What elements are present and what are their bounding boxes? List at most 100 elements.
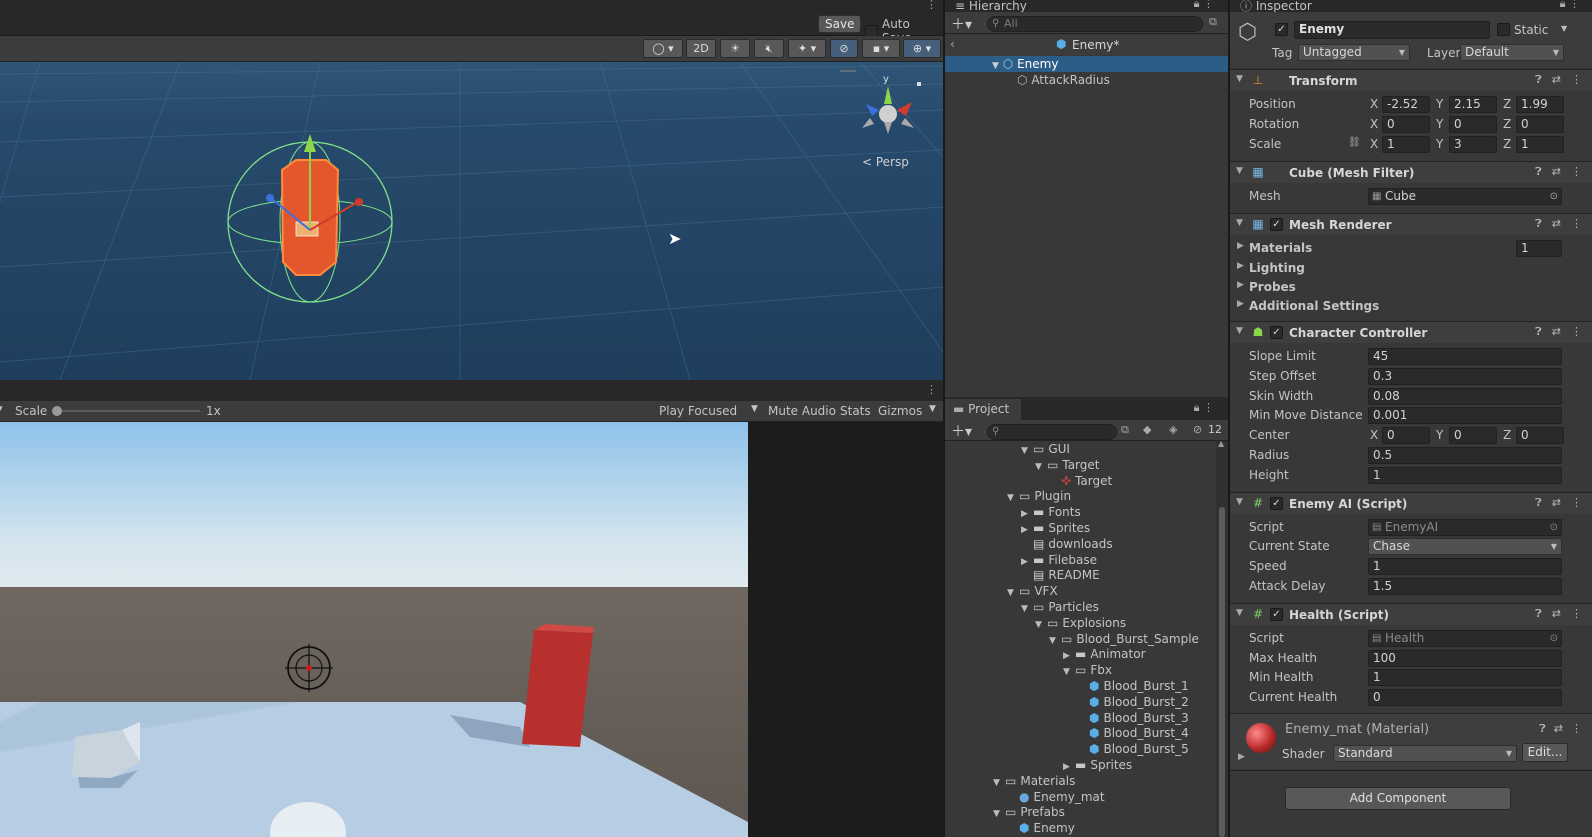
scrollbar-thumb[interactable]: [1219, 507, 1225, 837]
slope-limit-input[interactable]: 45: [1368, 348, 1562, 365]
component-header-icons[interactable]: ❓︎ ⇄ ⋮: [1535, 217, 1582, 231]
speed-input[interactable]: 1: [1368, 558, 1562, 575]
project-item[interactable]: ▼ ▭ Explosions: [1035, 615, 1126, 631]
filter-label-icon[interactable]: ◈: [1169, 423, 1177, 436]
shader-dropdown[interactable]: Standard: [1333, 745, 1517, 762]
shading-mode-button[interactable]: ◯ ▾: [643, 39, 683, 58]
position-z-input[interactable]: 1.99: [1516, 96, 1564, 113]
health-header[interactable]: ▼ # Health (Script) ❓︎ ⇄ ⋮: [1230, 603, 1592, 625]
project-item[interactable]: ⬢ Blood_Burst_5: [1077, 741, 1189, 757]
play-focused-dropdown[interactable]: Play Focused: [659, 404, 737, 418]
save-button[interactable]: Save: [818, 15, 862, 33]
center-x-input[interactable]: 0: [1382, 427, 1430, 444]
project-item[interactable]: ⬢ Blood_Burst_2: [1077, 694, 1189, 710]
current-state-dropdown[interactable]: Chase: [1368, 538, 1562, 555]
project-item[interactable]: ▼ ▭ Particles: [1021, 599, 1099, 615]
expanded-arrow-icon[interactable]: ▼: [1021, 601, 1033, 617]
mesh-filter-header[interactable]: ▼ ▦ Cube (Mesh Filter) ❓︎ ⇄ ⋮: [1230, 161, 1592, 183]
project-lock-icon[interactable]: 🔒︎ ⋮: [1194, 401, 1214, 415]
mesh-object-field[interactable]: ▦ Cube ⊙: [1368, 188, 1562, 205]
project-item[interactable]: ▼ ▭ Plugin: [1007, 488, 1071, 504]
game-view[interactable]: [0, 422, 748, 837]
gizmos-icon[interactable]: ⊕ ▾: [903, 39, 941, 58]
project-item[interactable]: ⬢ Blood_Burst_3: [1077, 710, 1189, 726]
max-health-input[interactable]: 100: [1368, 650, 1562, 667]
project-item[interactable]: ⬢ Blood_Burst_1: [1077, 678, 1189, 694]
stats-button[interactable]: Stats: [840, 404, 871, 418]
rotation-x-input[interactable]: 0: [1382, 116, 1430, 133]
scale-y-input[interactable]: 3: [1449, 136, 1497, 153]
mute-audio-button[interactable]: Mute Audio: [768, 404, 836, 418]
search-options-icon[interactable]: ⧉: [1209, 15, 1217, 29]
fold-arrow-icon[interactable]: ▼: [1236, 497, 1243, 507]
project-item[interactable]: ▼ ▭ Prefabs: [993, 804, 1065, 820]
skin-width-input[interactable]: 0.08: [1368, 388, 1562, 405]
filter-type-icon[interactable]: ◆: [1143, 423, 1151, 436]
expanded-arrow-icon[interactable]: ▼: [1021, 443, 1033, 459]
attack-delay-input[interactable]: 1.5: [1368, 578, 1562, 595]
scale-slider[interactable]: [56, 410, 200, 412]
project-item[interactable]: ● Enemy_mat: [1007, 789, 1105, 805]
center-y-input[interactable]: 0: [1449, 427, 1497, 444]
lighting-icon[interactable]: ☀: [720, 39, 750, 58]
character-controller-header[interactable]: ▼ ☗ Character Controller ❓︎ ⇄ ⋮: [1230, 321, 1592, 343]
mesh-renderer-header[interactable]: ▼ ▦ Mesh Renderer ❓︎ ⇄ ⋮: [1230, 213, 1592, 235]
create-icon[interactable]: ＋▾: [951, 421, 972, 441]
transform-header[interactable]: ▼ ⊥ Transform ❓︎ ⇄ ⋮: [1230, 69, 1592, 91]
active-checkbox[interactable]: [1275, 23, 1288, 36]
step-offset-input[interactable]: 0.3: [1368, 368, 1562, 385]
link-scale-icon[interactable]: ⛓: [1348, 137, 1361, 148]
hierarchy-lock-icon[interactable]: 🔒︎ ⋮: [1194, 0, 1214, 10]
project-item[interactable]: ▶ ▬ Sprites: [1063, 757, 1132, 773]
scale-slider-handle[interactable]: [52, 406, 62, 416]
layer-dropdown[interactable]: Default: [1460, 44, 1564, 61]
scene-view[interactable]: y < Persp ➤: [0, 62, 943, 380]
component-header-icons[interactable]: ❓︎ ⇄ ⋮: [1535, 496, 1582, 510]
hierarchy-tab[interactable]: ≡ Hierarchy 🔒︎ ⋮: [945, 0, 1228, 12]
position-y-input[interactable]: 2.15: [1449, 96, 1497, 113]
component-header-icons[interactable]: ❓︎ ⇄ ⋮: [1535, 73, 1582, 87]
project-item[interactable]: ▶ ▬ Filebase: [1021, 552, 1097, 568]
hierarchy-item-enemy[interactable]: ▼ ⬡ Enemy: [992, 56, 1058, 72]
project-item[interactable]: ⬢ Enemy: [1007, 820, 1075, 836]
min-move-input[interactable]: 0.001: [1368, 407, 1562, 424]
project-item[interactable]: ▼ ▭ Materials: [993, 773, 1075, 789]
fold-arrow-icon[interactable]: ▼: [1236, 166, 1243, 176]
project-scrollbar[interactable]: ▲: [1216, 439, 1228, 837]
project-item[interactable]: ▤ README: [1021, 567, 1100, 583]
component-header-icons[interactable]: ❓︎ ⇄ ⋮: [1535, 325, 1582, 339]
health-enabled-checkbox[interactable]: [1270, 608, 1283, 621]
fold-arrow-icon[interactable]: ▶: [1237, 299, 1244, 309]
add-icon[interactable]: ＋▾: [951, 14, 972, 34]
component-header-icons[interactable]: ❓︎ ⇄ ⋮: [1535, 165, 1582, 179]
radius-input[interactable]: 0.5: [1368, 447, 1562, 464]
fold-arrow-icon[interactable]: ▼: [1236, 326, 1243, 336]
project-item[interactable]: ▶ ▬ Animator: [1063, 646, 1146, 662]
hierarchy-search-input[interactable]: ⚲ All: [987, 16, 1203, 32]
back-arrow-icon[interactable]: ‹: [950, 37, 955, 51]
static-dropdown-icon[interactable]: ▼: [1561, 24, 1567, 33]
mesh-renderer-enabled-checkbox[interactable]: [1270, 218, 1283, 231]
inspector-lock-icon[interactable]: 🔒︎ ⋮: [1560, 0, 1580, 10]
project-item[interactable]: ▼ ▭ GUI: [1021, 441, 1070, 457]
camera-icon[interactable]: ▪ ▾: [862, 39, 900, 58]
character-controller-enabled-checkbox[interactable]: [1270, 326, 1283, 339]
add-component-button[interactable]: Add Component: [1285, 787, 1511, 810]
project-item[interactable]: ▼ ▭ Fbx: [1063, 662, 1112, 678]
persp-label[interactable]: < Persp: [862, 155, 909, 169]
min-health-input[interactable]: 1: [1368, 669, 1562, 686]
component-header-icons[interactable]: ❓︎ ⇄ ⋮: [1535, 607, 1582, 621]
expanded-arrow-icon[interactable]: ▼: [1035, 617, 1047, 633]
visibility-icon[interactable]: ⊘: [830, 39, 858, 58]
play-focused-chevron-icon[interactable]: ▼: [751, 404, 758, 414]
materials-foldout[interactable]: ▶ Materials 1: [1230, 238, 1592, 258]
expanded-arrow-icon[interactable]: ▼: [1007, 585, 1019, 601]
materials-count-input[interactable]: 1: [1516, 240, 1562, 257]
object-name-input[interactable]: Enemy: [1294, 21, 1490, 39]
project-item[interactable]: ⬢ Blood_Burst_4: [1077, 725, 1189, 741]
game-menu-icon[interactable]: ⋮: [926, 383, 937, 396]
scale-z-input[interactable]: 1: [1516, 136, 1564, 153]
mode-2d-button[interactable]: 2D: [686, 39, 716, 58]
project-item[interactable]: ▼ ▭ VFX: [1007, 583, 1058, 599]
fold-arrow-icon[interactable]: ▶: [1237, 280, 1244, 290]
